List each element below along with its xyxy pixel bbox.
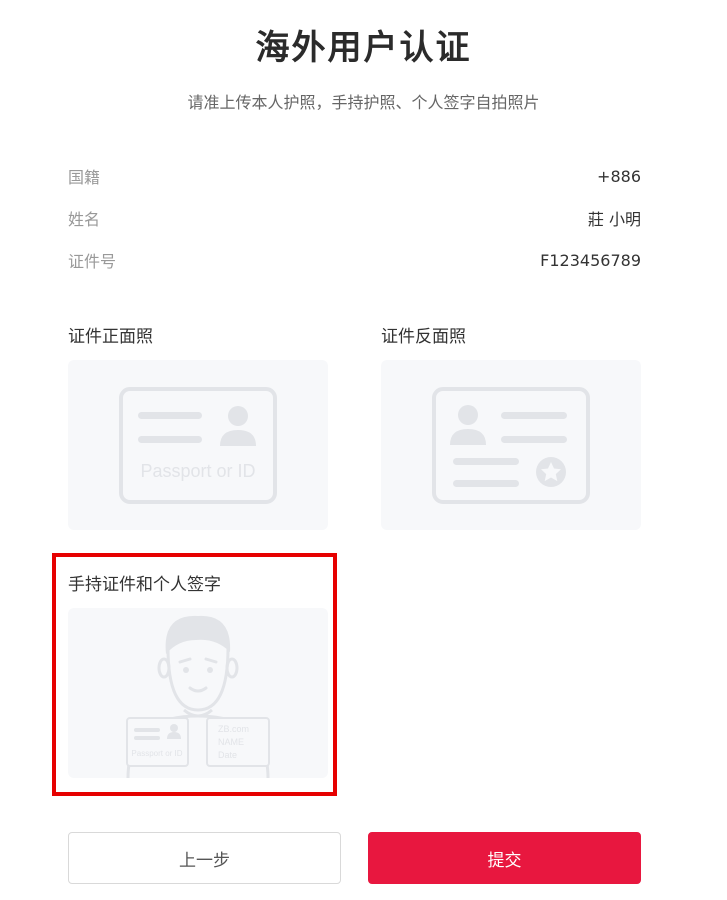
name-label: 姓名	[68, 210, 101, 229]
id-number-value: F123456789	[540, 250, 641, 270]
page-title: 海外用户认证	[255, 28, 472, 68]
page-subtitle: 请准上传本人护照，手持护照、个人签字自拍照片	[187, 93, 540, 112]
info-row-nationality: 国籍 +886	[68, 164, 641, 188]
front-photo-label: 证件正面照	[68, 327, 153, 347]
front-photo-upload[interactable]: Passport or ID	[68, 360, 328, 530]
svg-text:ZB.com: ZB.com	[218, 724, 249, 734]
back-photo-upload[interactable]	[381, 360, 641, 530]
svg-text:Passport or ID: Passport or ID	[131, 749, 182, 758]
handheld-photo-upload[interactable]: Passport or ID ZB.com NAME Date	[68, 608, 328, 778]
previous-step-button[interactable]: 上一步	[68, 832, 341, 884]
id-front-placeholder-icon: Passport or ID	[119, 387, 277, 504]
handheld-photo-label: 手持证件和个人签字	[68, 575, 221, 595]
back-photo-label: 证件反面照	[381, 327, 466, 347]
svg-text:Date: Date	[218, 750, 237, 760]
nationality-value: +886	[597, 166, 641, 186]
info-row-name: 姓名 莊 小明	[68, 206, 641, 230]
svg-text:Passport or ID: Passport or ID	[140, 461, 255, 481]
svg-text:NAME: NAME	[218, 737, 244, 747]
submit-button[interactable]: 提交	[368, 832, 641, 884]
info-row-id-number: 证件号 F123456789	[68, 248, 641, 272]
id-number-label: 证件号	[68, 252, 117, 271]
nationality-label: 国籍	[68, 168, 101, 187]
id-back-placeholder-icon	[432, 387, 590, 504]
name-value: 莊 小明	[587, 210, 641, 229]
person-holding-id-placeholder-icon: Passport or ID ZB.com NAME Date	[126, 615, 270, 778]
